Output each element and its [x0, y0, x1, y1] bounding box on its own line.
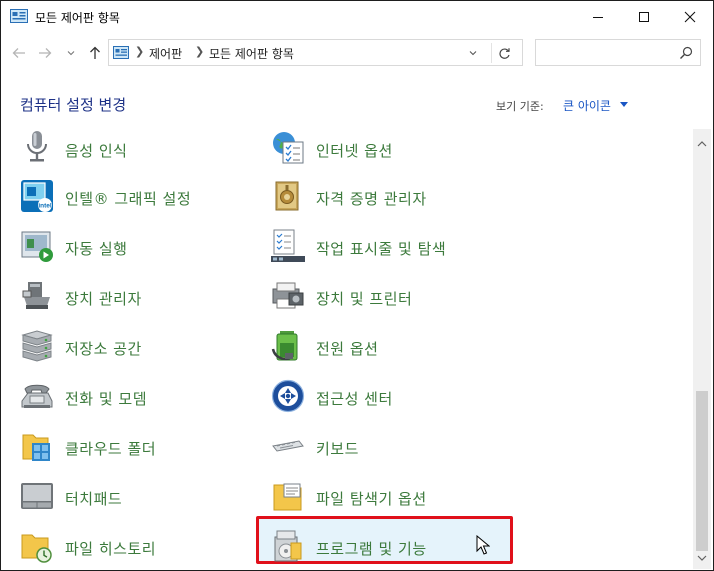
chevron-down-icon [67, 51, 75, 56]
arrow-up-icon [90, 46, 100, 59]
power-options-icon [271, 331, 298, 361]
item-work-folders[interactable]: 클라우드 폴더 [20, 429, 250, 469]
item-label: 프로그램 및 기능 [316, 540, 427, 558]
item-speech-recognition[interactable]: 음성 인식 [20, 131, 250, 171]
view-by-label: 보기 기준: [496, 100, 544, 113]
keyboard-icon [272, 440, 304, 452]
address-bar[interactable]: ❯ 제어판 ❯ 모든 제어판 항목 [108, 39, 523, 66]
breadcrumb-separator[interactable]: ❯ [135, 45, 144, 58]
address-dropdown-button[interactable] [464, 44, 482, 62]
item-label: 장치 및 프린터 [316, 290, 413, 308]
item-label: 인터넷 옵션 [316, 142, 393, 160]
scroll-up-icon[interactable] [697, 141, 707, 147]
work-folders-icon [22, 434, 50, 461]
search-icon [680, 46, 693, 59]
item-label: 클라우드 폴더 [65, 440, 157, 458]
taskbar-icon [271, 229, 305, 262]
breadcrumb-all-items[interactable]: 모든 제어판 항목 [209, 45, 294, 62]
item-credential-manager[interactable]: 자격 증명 관리자 [271, 179, 501, 219]
item-label: 파일 히스토리 [65, 540, 157, 558]
recent-locations-button[interactable] [61, 43, 81, 63]
intel-graphics-icon: intel [21, 180, 53, 212]
chevron-down-icon [469, 51, 477, 56]
refresh-button[interactable] [491, 43, 517, 63]
programs-features-icon [274, 530, 302, 562]
arrow-right-icon [39, 48, 52, 58]
item-file-explorer-options[interactable]: 파일 탐색기 옵션 [271, 479, 501, 519]
item-power-options[interactable]: 전원 옵션 [271, 329, 501, 369]
item-label: 작업 표시줄 및 탐색 [316, 240, 447, 258]
control-panel-icon [10, 9, 28, 23]
close-button[interactable] [667, 1, 713, 33]
item-label: 장치 관리자 [65, 290, 142, 308]
caret-down-icon[interactable] [620, 102, 628, 108]
item-keyboard[interactable]: 키보드 [271, 429, 501, 469]
title-bar[interactable]: 모든 제어판 항목 [1, 1, 713, 33]
breadcrumb-separator[interactable]: ❯ [195, 45, 204, 58]
minimize-button[interactable] [575, 1, 621, 33]
device-manager-icon [22, 282, 50, 309]
internet-options-icon [273, 132, 304, 164]
scroll-down-icon[interactable] [697, 555, 707, 561]
forward-button[interactable] [35, 43, 55, 63]
item-label: 터치패드 [65, 490, 123, 508]
up-button[interactable] [85, 43, 105, 63]
ease-of-access-icon [271, 379, 305, 413]
window-title: 모든 제어판 항목 [35, 11, 120, 25]
vertical-scrollbar[interactable] [693, 129, 711, 569]
control-panel-window: 모든 제어판 항목 ❯ 제어판 ❯ 모든 제어판 항목 컴퓨터 설정 변경 보기… [0, 0, 714, 571]
phone-modem-icon [21, 384, 53, 408]
item-taskbar-navigation[interactable]: 작업 표시줄 및 탐색 [271, 229, 501, 269]
item-label: 음성 인식 [65, 142, 128, 160]
item-devices-printers[interactable]: 장치 및 프린터 [271, 279, 501, 319]
item-programs-features[interactable]: 프로그램 및 기능 [271, 529, 501, 569]
view-by-dropdown[interactable]: 큰 아이콘 [563, 97, 611, 114]
storage-spaces-icon [21, 330, 53, 362]
close-icon [684, 11, 696, 23]
item-intel-graphics[interactable]: intel 인텔® 그래픽 설정 [20, 179, 250, 219]
control-panel-icon [113, 46, 129, 59]
item-label: 파일 탐색기 옵션 [316, 490, 427, 508]
touchpad-icon [21, 483, 53, 509]
item-label: 키보드 [316, 440, 359, 458]
item-internet-options[interactable]: 인터넷 옵션 [271, 131, 501, 171]
item-device-manager[interactable]: 장치 관리자 [20, 279, 250, 319]
back-button[interactable] [9, 43, 29, 63]
item-label: 접근성 센터 [316, 390, 393, 408]
item-label: 자동 실행 [65, 240, 128, 258]
refresh-icon [499, 47, 510, 59]
item-label: 저장소 공간 [65, 340, 142, 358]
item-phone-modem[interactable]: 전화 및 모뎀 [20, 379, 250, 419]
item-label: 전화 및 모뎀 [65, 390, 148, 408]
item-file-history[interactable]: 파일 히스토리 [20, 529, 250, 569]
page-title: 컴퓨터 설정 변경 [20, 96, 127, 114]
search-input[interactable] [535, 39, 701, 66]
item-ease-of-access[interactable]: 접근성 센터 [271, 379, 501, 419]
autoplay-icon [21, 231, 53, 262]
mouse-pointer-icon [476, 535, 490, 555]
item-storage-spaces[interactable]: 저장소 공간 [20, 329, 250, 369]
minimize-icon [593, 17, 603, 18]
microphone-icon [27, 131, 47, 162]
file-explorer-options-icon [273, 483, 302, 511]
maximize-icon [639, 12, 649, 22]
breadcrumb-control-panel[interactable]: 제어판 [149, 45, 182, 62]
item-touchpad[interactable]: 터치패드 [20, 479, 250, 519]
items-panel: 음성 인식 intel 인텔® 그래픽 설정 자동 실행 장치 관리자 저장소 … [1, 129, 691, 569]
arrow-left-icon [12, 48, 25, 58]
scrollbar-thumb[interactable] [696, 391, 708, 551]
item-label: 전원 옵션 [316, 340, 379, 358]
credential-manager-icon [275, 181, 299, 211]
svg-text:intel: intel [38, 203, 52, 210]
item-label: 자격 증명 관리자 [316, 190, 427, 208]
navigation-bar: ❯ 제어판 ❯ 모든 제어판 항목 [1, 35, 713, 71]
file-history-icon [21, 534, 52, 563]
item-label: 인텔® 그래픽 설정 [65, 190, 192, 208]
maximize-button[interactable] [621, 1, 667, 33]
devices-printers-icon [272, 282, 304, 309]
item-autoplay[interactable]: 자동 실행 [20, 229, 250, 269]
